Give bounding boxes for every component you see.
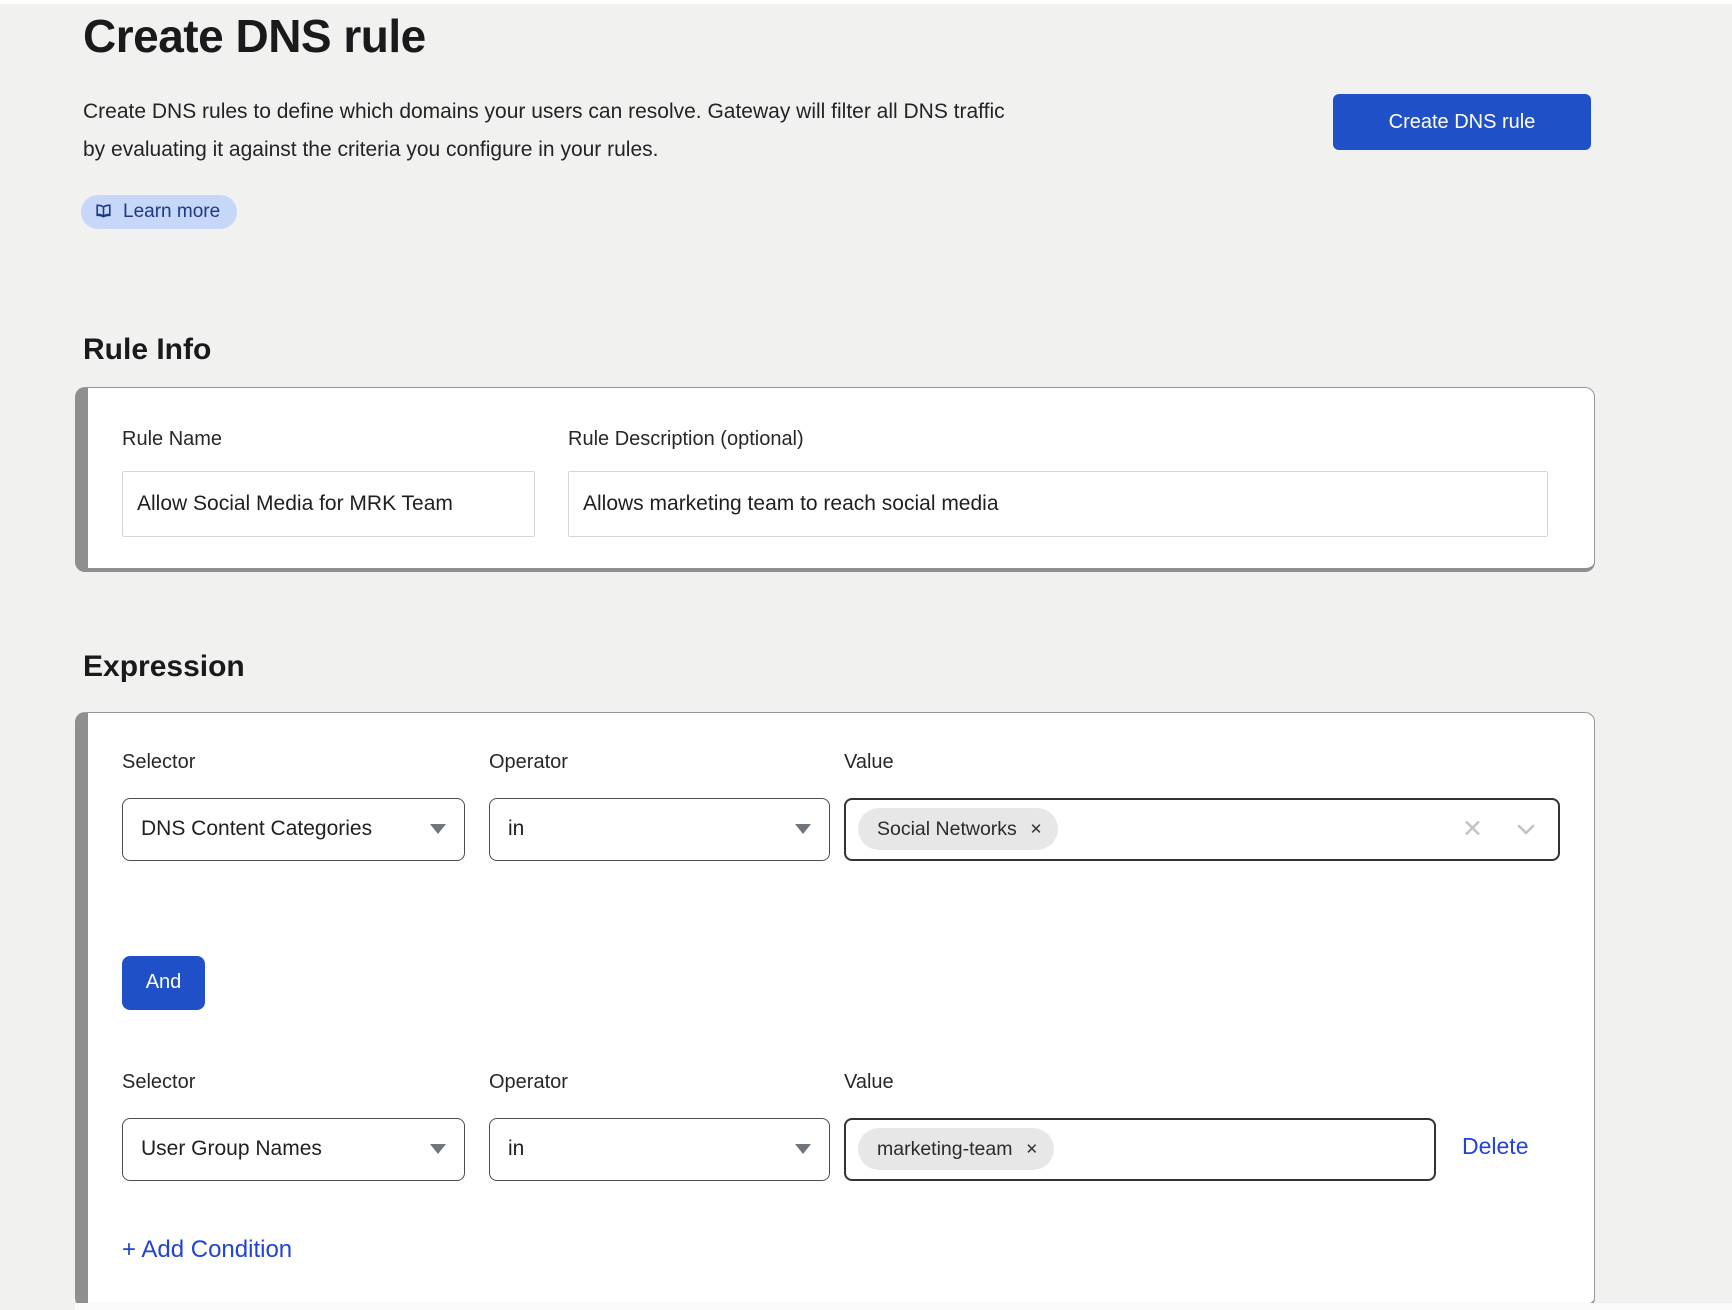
selector-selected-value: DNS Content Categories <box>141 817 372 841</box>
value-label: Value <box>844 1071 1436 1094</box>
multiselect-controls: ✕ <box>1462 817 1538 842</box>
condition-2-operator-column: Operator in <box>489 1071 830 1181</box>
rule-info-heading: Rule Info <box>83 333 1732 367</box>
value-multiselect[interactable]: Social Networks ✕ ✕ <box>844 798 1560 861</box>
value-label: Value <box>844 751 1560 774</box>
selector-selected-value: User Group Names <box>141 1137 322 1161</box>
learn-more-label: Learn more <box>123 201 220 223</box>
operator-dropdown[interactable]: in <box>489 798 830 861</box>
chevron-down-icon[interactable] <box>1514 817 1538 841</box>
remove-tag-icon[interactable]: ✕ <box>1030 820 1043 838</box>
rule-name-label: Rule Name <box>122 428 535 451</box>
page-title: Create DNS rule <box>83 11 1732 62</box>
selector-label: Selector <box>122 1071 465 1094</box>
book-icon <box>94 202 113 221</box>
delete-condition-link[interactable]: Delete <box>1462 1133 1528 1160</box>
value-tag: marketing-team ✕ <box>858 1128 1054 1170</box>
gateway-create-dns-rule-page: Create DNS rule Create DNS rule Create D… <box>0 0 1732 1308</box>
operator-selected-value: in <box>508 1137 524 1161</box>
selector-dropdown[interactable]: DNS Content Categories <box>122 798 465 861</box>
value-tag-label: marketing-team <box>877 1138 1012 1161</box>
caret-down-icon <box>430 1144 446 1154</box>
rule-name-field: Rule Name <box>122 428 535 537</box>
rule-description-input[interactable] <box>568 471 1548 537</box>
add-condition-link[interactable]: + Add Condition <box>122 1236 292 1264</box>
value-tag-label: Social Networks <box>877 818 1017 841</box>
condition-row-2: Selector User Group Names Operator in Va… <box>122 1071 1560 1181</box>
page-description-line1: Create DNS rules to define which domains… <box>83 93 1093 131</box>
caret-down-icon <box>795 824 811 834</box>
page-content: Create DNS rule Create DNS rule Create D… <box>0 11 1732 1308</box>
caret-down-icon <box>795 1144 811 1154</box>
bottom-strip <box>75 1303 1732 1310</box>
expression-card: Selector DNS Content Categories Operator… <box>75 712 1595 1308</box>
condition-2-selector-column: Selector User Group Names <box>122 1071 465 1181</box>
operator-label: Operator <box>489 1071 830 1094</box>
and-button[interactable]: And <box>122 956 205 1010</box>
clear-all-icon[interactable]: ✕ <box>1462 817 1483 842</box>
condition-1-selector-column: Selector DNS Content Categories <box>122 751 465 861</box>
selector-label: Selector <box>122 751 465 774</box>
operator-selected-value: in <box>508 817 524 841</box>
condition-1-operator-column: Operator in <box>489 751 830 861</box>
page-description-line2: by evaluating it against the criteria yo… <box>83 131 1093 169</box>
rule-description-label: Rule Description (optional) <box>568 428 1548 451</box>
value-tag: Social Networks ✕ <box>858 808 1058 850</box>
operator-dropdown[interactable]: in <box>489 1118 830 1181</box>
page-description: Create DNS rules to define which domains… <box>83 93 1093 169</box>
rule-description-field: Rule Description (optional) <box>568 428 1548 537</box>
create-dns-rule-button[interactable]: Create DNS rule <box>1333 94 1591 150</box>
selector-dropdown[interactable]: User Group Names <box>122 1118 465 1181</box>
operator-label: Operator <box>489 751 830 774</box>
learn-more-link[interactable]: Learn more <box>81 195 237 229</box>
rule-name-input[interactable] <box>122 471 535 537</box>
condition-row-1: Selector DNS Content Categories Operator… <box>122 751 1560 861</box>
caret-down-icon <box>430 824 446 834</box>
rule-info-fields: Rule Name Rule Description (optional) <box>122 428 1548 537</box>
expression-heading: Expression <box>83 650 1732 684</box>
condition-2-value-column: Value marketing-team ✕ <box>844 1071 1436 1181</box>
condition-1-value-column: Value Social Networks ✕ ✕ <box>844 751 1560 861</box>
remove-tag-icon[interactable]: ✕ <box>1025 1140 1038 1158</box>
rule-info-card: Rule Name Rule Description (optional) <box>75 387 1595 572</box>
top-strip <box>0 0 1732 4</box>
value-multiselect[interactable]: marketing-team ✕ <box>844 1118 1436 1181</box>
